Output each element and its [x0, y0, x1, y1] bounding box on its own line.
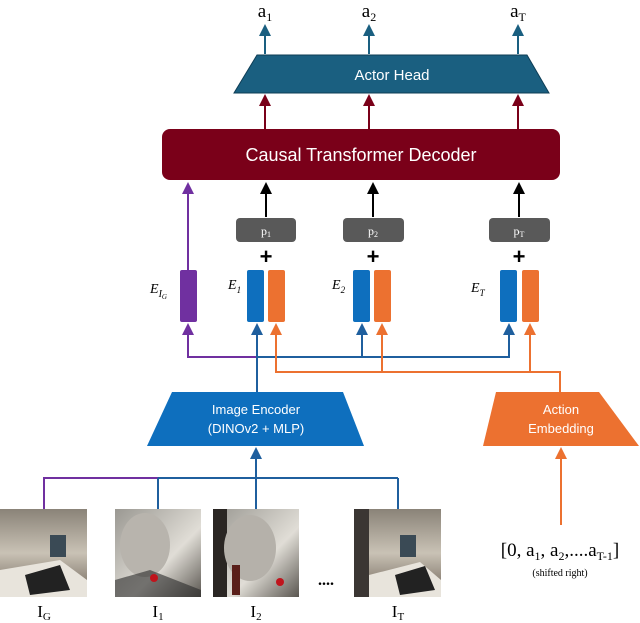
- image-encoder-label: Image Encoder: [212, 402, 301, 417]
- image-goal: [0, 509, 87, 597]
- embedding-label-T: ET: [470, 281, 486, 298]
- action-embedding-label: Action: [543, 402, 579, 417]
- image-encoder-block: [147, 392, 364, 446]
- plus-icon: +: [513, 244, 526, 269]
- image-embedding-bar-T: [500, 270, 517, 322]
- image-routing: [43, 447, 399, 509]
- plus-icon: +: [367, 244, 380, 269]
- action-embedding-bar-T: [522, 270, 539, 322]
- encoder-routing: [182, 323, 515, 392]
- image-step-1: [115, 509, 201, 597]
- action-sequence: [0, a1, a2,....aT-1]: [501, 540, 619, 563]
- image-embedding-bar-2: [353, 270, 370, 322]
- architecture-diagram: a1 a2 aT Actor Head Causal Transformer D…: [0, 1, 639, 623]
- decoder-label: Causal Transformer Decoder: [245, 145, 476, 165]
- image-embedding-bar-1: [247, 270, 264, 322]
- embedding-label-goal: EIG: [149, 282, 167, 301]
- action-routing: [270, 323, 561, 392]
- image-step-2: [213, 509, 299, 597]
- output-a1: a1: [258, 1, 272, 24]
- embedding-label-1: E1: [227, 278, 241, 295]
- action-embedding-bar-1: [268, 270, 285, 322]
- image-encoder-sublabel: (DINOv2 + MLP): [208, 421, 304, 436]
- output-a2: a2: [362, 1, 376, 24]
- action-embedding-block: [483, 392, 639, 446]
- action-embedding-bar-2: [374, 270, 391, 322]
- plus-icon: +: [260, 244, 273, 269]
- image-step-T: [354, 509, 441, 597]
- embedding-label-2: E2: [331, 278, 346, 295]
- goal-embedding-bar: [180, 270, 197, 322]
- image-label-T: IT: [392, 602, 405, 623]
- decoder-output-arrows: [259, 94, 524, 129]
- action-sequence-note: (shifted right): [532, 568, 587, 579]
- diagram: a1 a2 aT Actor Head Causal Transformer D…: [0, 0, 640, 623]
- output-arrows: [259, 24, 524, 54]
- image-label-1: I1: [152, 602, 163, 623]
- actor-head-label: Actor Head: [354, 67, 429, 84]
- ellipsis: ....: [318, 572, 334, 589]
- image-label-2: I2: [250, 602, 261, 623]
- image-label-goal: IG: [37, 602, 51, 623]
- action-embedding-sublabel: Embedding: [528, 421, 594, 436]
- output-aT: aT: [510, 1, 526, 24]
